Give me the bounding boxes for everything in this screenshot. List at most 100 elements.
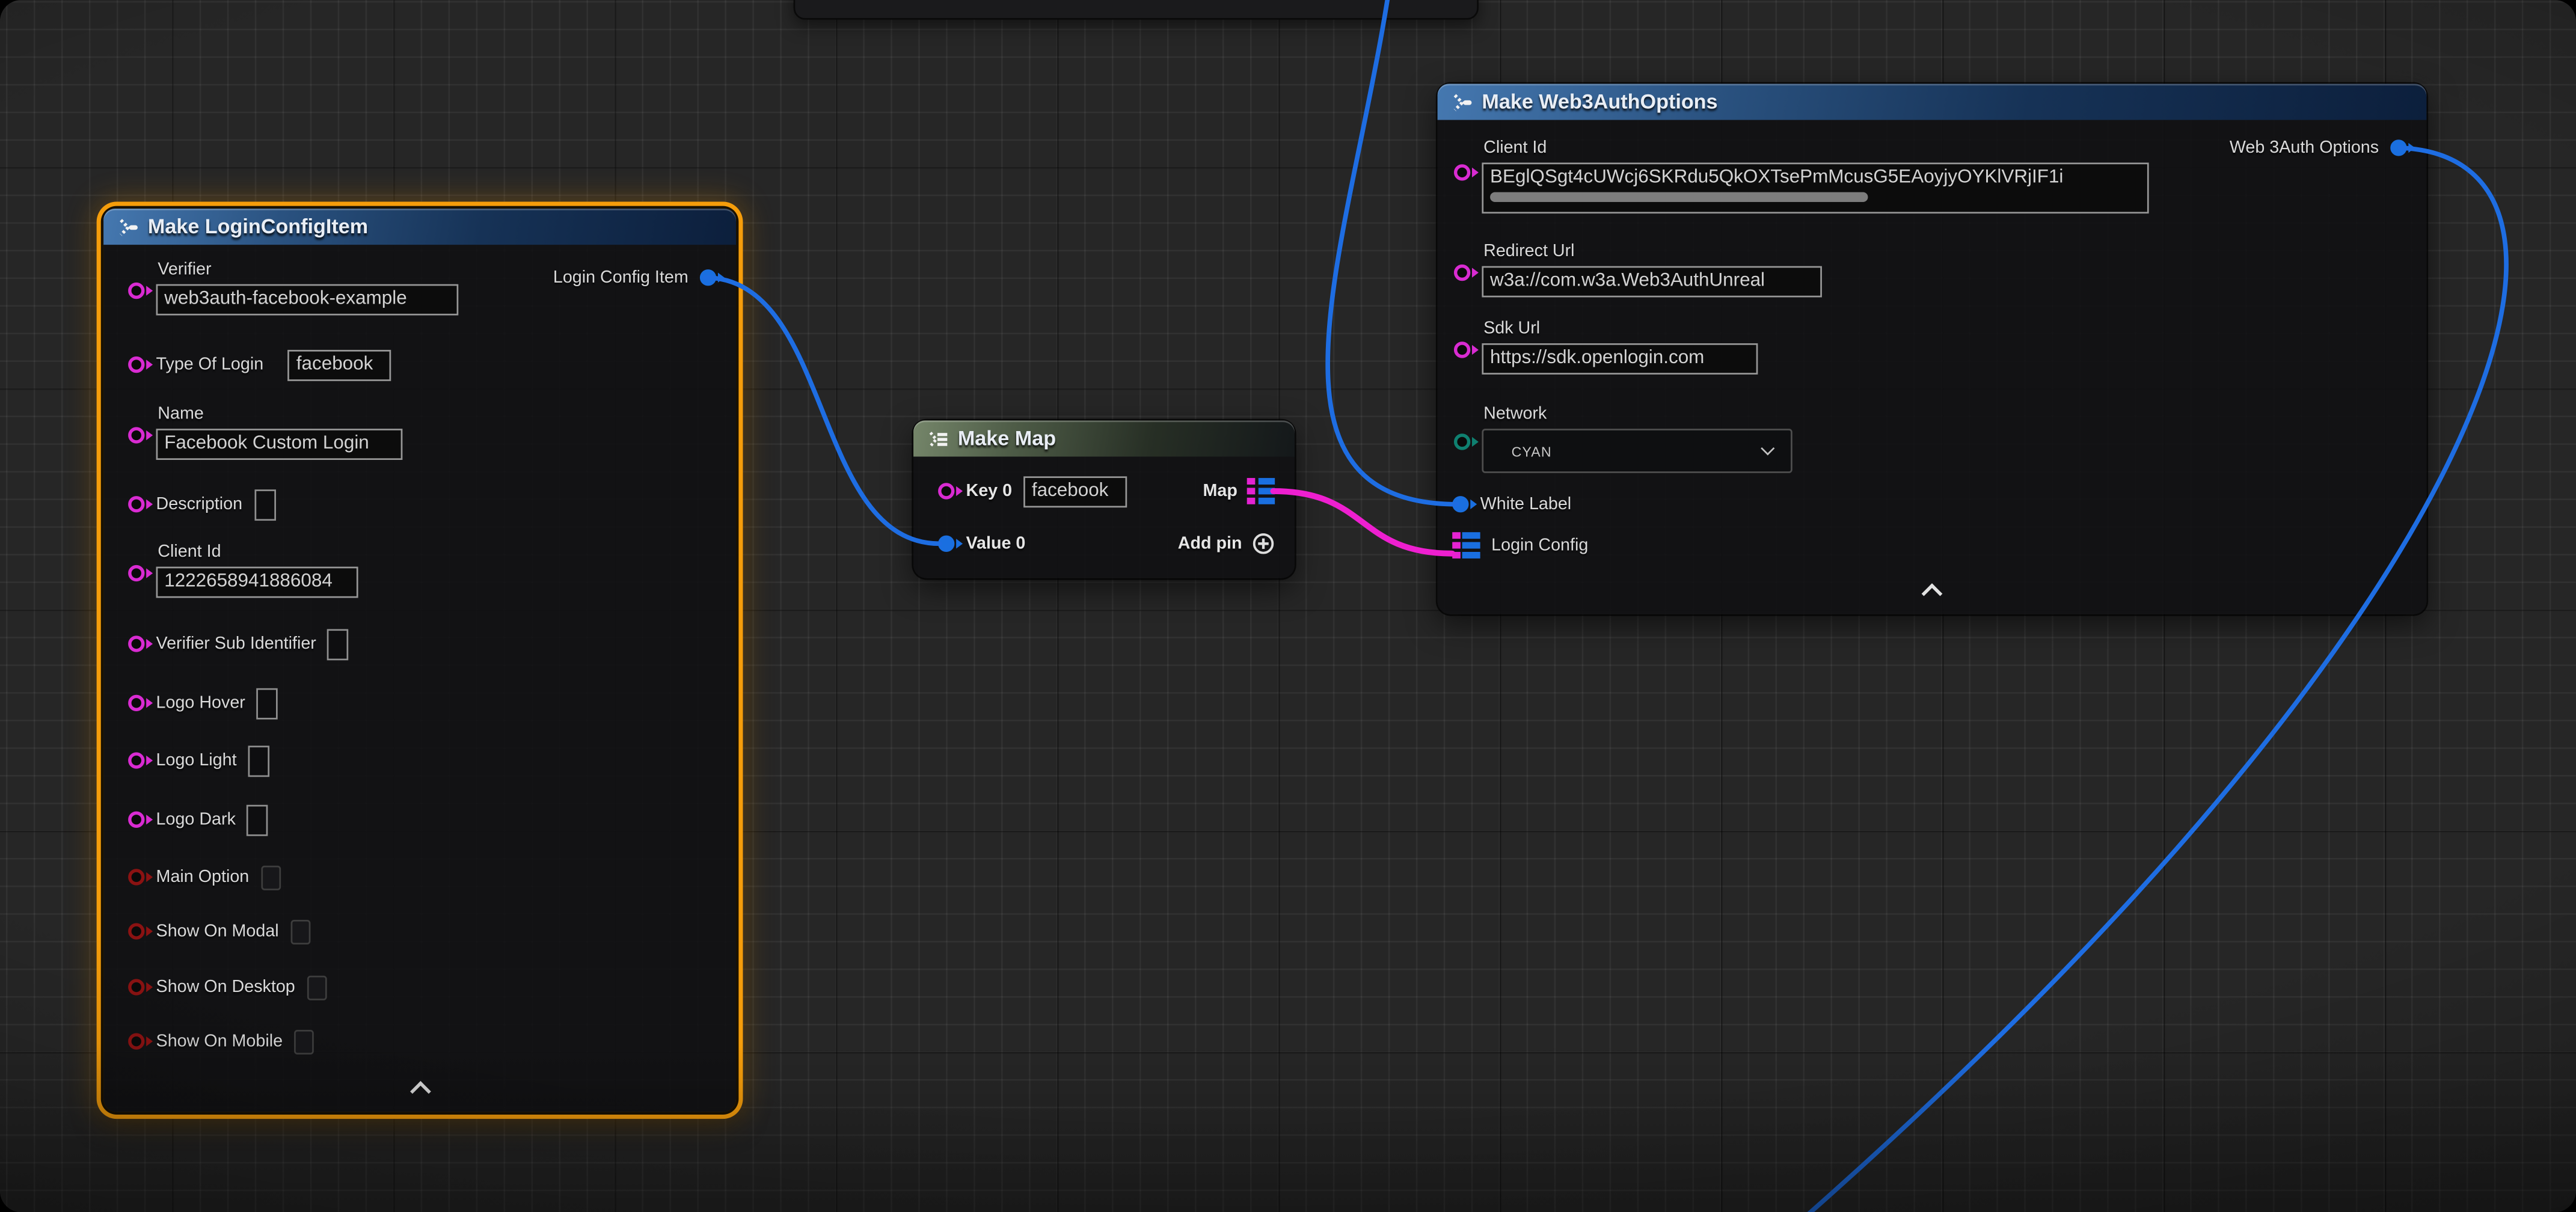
row-logo-dark: Logo Dark — [128, 803, 716, 836]
main-option-checkbox[interactable] — [260, 865, 280, 889]
pin-label-verifier: Verifier — [158, 260, 458, 280]
pin-type-of-login[interactable] — [128, 357, 144, 373]
pin-main-option[interactable] — [128, 869, 144, 885]
pin-verifier-sub-identifier[interactable] — [128, 635, 144, 652]
add-pin-label: Add pin — [1178, 534, 1242, 554]
pin-label-logo-hover: Logo Hover — [156, 693, 245, 713]
pin-sdk-url[interactable] — [1454, 341, 1470, 358]
row-white-label: White Label — [1452, 488, 2406, 521]
collapse-node-chevron-icon[interactable] — [1922, 583, 1943, 604]
sdk-url-input[interactable]: https://sdk.openlogin.com — [1482, 343, 1758, 375]
logo-hover-input[interactable] — [257, 687, 278, 718]
row-show-on-mobile: Show On Mobile — [128, 1025, 716, 1058]
node-make-web3authoptions[interactable]: Make Web3AuthOptions Web 3Auth Options C… — [1438, 84, 2427, 614]
row-logo-light: Logo Light — [128, 744, 716, 777]
pin-label-description: Description — [156, 494, 243, 514]
pin-label-redirect-url: Redirect Url — [1483, 242, 1822, 262]
row-verifier: Verifier web3auth-facebook-example — [128, 260, 716, 316]
pin-label-login-config: Login Config — [1491, 536, 1588, 556]
pin-show-on-mobile[interactable] — [128, 1033, 144, 1050]
pin-label-key0: Key 0 — [966, 482, 1012, 501]
show-on-mobile-checkbox[interactable] — [294, 1029, 314, 1054]
description-input[interactable] — [254, 489, 275, 520]
pin-label-client-id: Client Id — [1483, 138, 2149, 158]
pin-label-network: Network — [1483, 404, 1792, 424]
make-map-icon — [927, 428, 948, 450]
pin-verifier[interactable] — [128, 283, 144, 299]
pin-client-id[interactable] — [128, 565, 144, 581]
pin-label-logo-dark: Logo Dark — [156, 810, 236, 830]
make-struct-icon — [117, 216, 138, 237]
pin-label-name: Name — [158, 404, 402, 424]
pin-logo-dark[interactable] — [128, 812, 144, 828]
show-on-desktop-checkbox[interactable] — [307, 975, 327, 1000]
pin-label-main-option: Main Option — [156, 868, 250, 887]
pin-show-on-desktop[interactable] — [128, 979, 144, 995]
node-make-loginconfigitem-titlebar[interactable]: Make LoginConfigItem — [103, 209, 736, 245]
row-sdk-url: Sdk Url https://sdk.openlogin.com — [1454, 319, 2407, 375]
network-dropdown[interactable]: CYAN — [1482, 429, 1792, 473]
row-redirect-url: Redirect Url w3a://com.w3a.Web3AuthUnrea… — [1454, 242, 2407, 298]
node-title: Make LoginConfigItem — [148, 215, 368, 238]
pin-show-on-modal[interactable] — [128, 923, 144, 939]
node-make-web3authoptions-titlebar[interactable]: Make Web3AuthOptions — [1438, 84, 2427, 120]
pin-redirect-url[interactable] — [1454, 265, 1470, 281]
verifier-sub-identifier-input[interactable] — [328, 628, 349, 660]
pin-login-config[interactable] — [1452, 533, 1480, 557]
verifier-input[interactable]: web3auth-facebook-example — [156, 284, 459, 316]
collapse-node-chevron-icon[interactable] — [409, 1081, 431, 1102]
pin-label-show-on-desktop: Show On Desktop — [156, 978, 295, 997]
row-client-id: Client Id 1222658941886084 — [128, 542, 716, 598]
pin-name[interactable] — [128, 427, 144, 443]
key0-input[interactable]: facebook — [1023, 476, 1127, 507]
pin-label-show-on-modal: Show On Modal — [156, 922, 279, 941]
node-title: Make Map — [958, 427, 1056, 450]
node-make-loginconfigitem[interactable]: Make LoginConfigItem Login Config Item V… — [103, 209, 736, 1112]
add-pin-icon[interactable] — [1252, 532, 1275, 555]
pin-label-sdk-url: Sdk Url — [1483, 319, 1758, 338]
pin-label-show-on-mobile: Show On Mobile — [156, 1032, 283, 1051]
row-verifier-sub-identifier: Verifier Sub Identifier — [128, 628, 716, 661]
offscreen-node-bottom-edge[interactable] — [794, 0, 1479, 20]
row-name: Name Facebook Custom Login — [128, 404, 716, 460]
pin-key0[interactable] — [938, 483, 954, 499]
logo-dark-input[interactable] — [247, 804, 269, 835]
blueprint-graph-canvas[interactable]: Make LoginConfigItem Login Config Item V… — [0, 0, 2576, 1212]
row-description: Description — [128, 488, 716, 521]
node-title: Make Web3AuthOptions — [1482, 90, 1717, 113]
client-id-input[interactable]: 1222658941886084 — [156, 567, 358, 598]
client-id-input[interactable]: BEglQSgt4cUWcj6SKRdu5QkOXTsePmMcusG5EAoy… — [1482, 162, 2148, 213]
row-value0-addpin: Value 0 Add pin — [938, 527, 1275, 560]
show-on-modal-checkbox[interactable] — [290, 919, 310, 944]
pin-label-white-label: White Label — [1480, 494, 1572, 514]
network-selected-value: CYAN — [1512, 442, 1552, 459]
chevron-down-icon — [1761, 441, 1774, 455]
pin-label-logo-light: Logo Light — [156, 751, 237, 771]
name-input[interactable]: Facebook Custom Login — [156, 429, 403, 460]
row-login-config: Login Config — [1452, 529, 2406, 562]
type-of-login-input[interactable]: facebook — [288, 349, 391, 381]
row-show-on-modal: Show On Modal — [128, 915, 716, 948]
pin-label-value0: Value 0 — [966, 534, 1025, 554]
redirect-url-input[interactable]: w3a://com.w3a.Web3AuthUnreal — [1482, 266, 1822, 298]
node-make-map[interactable]: Make Map Key 0 facebook Map Value 0 — [913, 420, 1295, 578]
node-make-map-titlebar[interactable]: Make Map — [913, 420, 1295, 456]
row-network: Network CYAN — [1454, 404, 2407, 473]
row-logo-hover: Logo Hover — [128, 687, 716, 720]
row-main-option: Main Option — [128, 861, 716, 894]
client-id-scrollbar[interactable] — [1490, 192, 1867, 202]
make-struct-icon — [1450, 91, 1472, 113]
row-client-id: Client Id BEglQSgt4cUWcj6SKRdu5QkOXTsePm… — [1454, 138, 2407, 213]
pin-network[interactable] — [1454, 433, 1470, 450]
pin-logo-light[interactable] — [128, 752, 144, 768]
pin-label-verifier-sub-identifier: Verifier Sub Identifier — [156, 634, 316, 654]
pin-label-map: Map — [1203, 481, 1237, 501]
pin-label-client-id: Client Id — [158, 542, 358, 562]
pin-label-type-of-login: Type Of Login — [156, 355, 264, 375]
pin-description[interactable] — [128, 496, 144, 512]
pin-logo-hover[interactable] — [128, 695, 144, 711]
pin-client-id[interactable] — [1454, 164, 1470, 180]
row-show-on-desktop: Show On Desktop — [128, 971, 716, 1004]
logo-light-input[interactable] — [248, 745, 270, 776]
row-key0-map: Key 0 facebook Map — [938, 475, 1275, 508]
